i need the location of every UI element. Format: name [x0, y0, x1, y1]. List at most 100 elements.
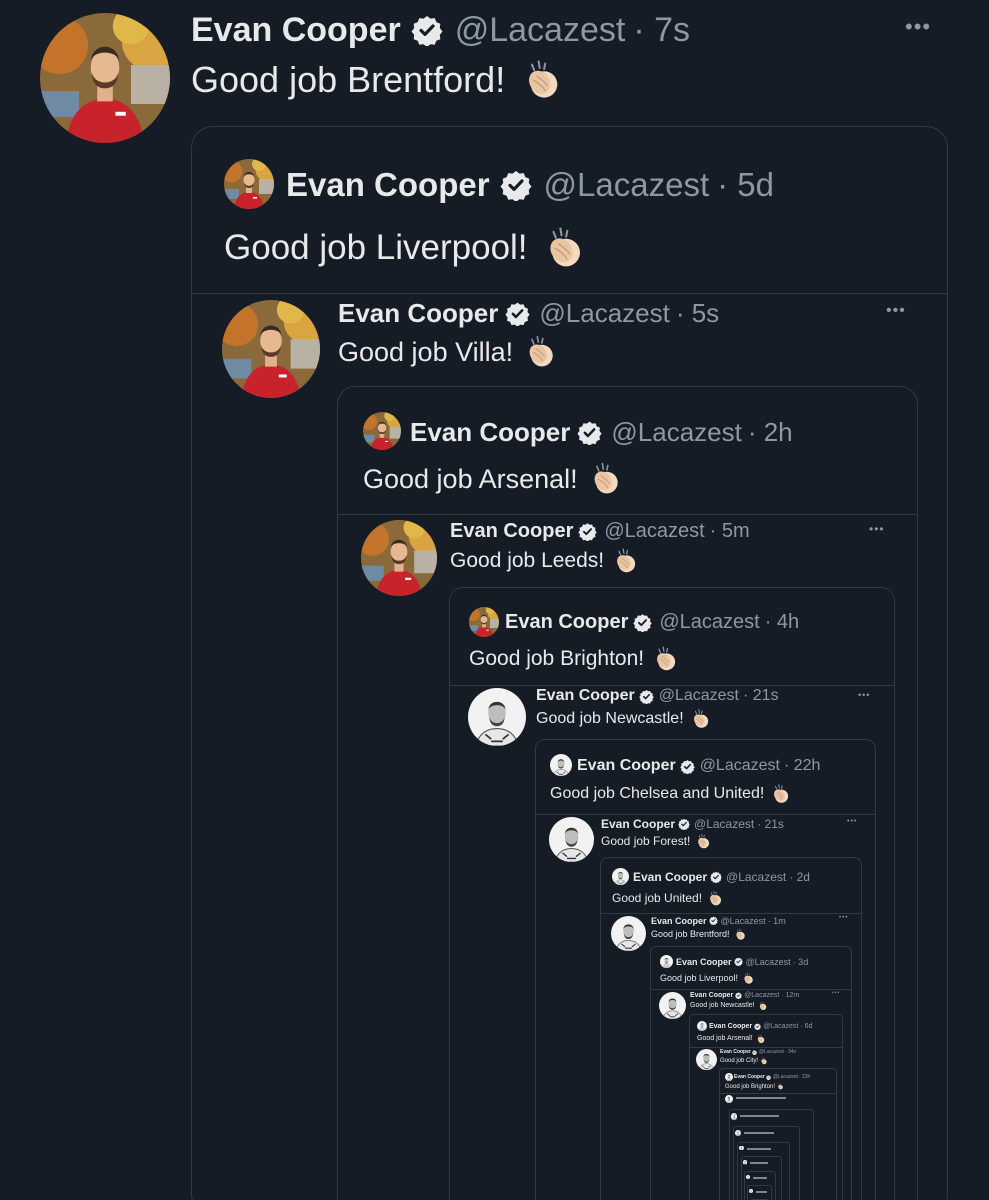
quoted-tweet-text: Good job United!	[612, 889, 724, 907]
verified-badge-icon	[733, 957, 743, 966]
verified-badge-icon	[754, 1022, 762, 1030]
handle: @Lacazest	[758, 1049, 784, 1055]
tweet-body: Good job Leeds!	[450, 549, 605, 572]
tweet-header: Evan Cooper @Lacazest · 34s	[720, 1048, 796, 1056]
tweet-text: Good job Newcastle!	[536, 707, 712, 731]
display-name: Evan Cooper	[690, 991, 734, 999]
display-name: Evan Cooper	[450, 519, 574, 542]
text-line-placeholder	[744, 1131, 775, 1134]
tweet-body: Good job Chelsea and United!	[550, 785, 765, 802]
avatar-photo	[222, 300, 320, 398]
verified-badge-icon	[735, 991, 743, 999]
avatar-bw	[611, 916, 646, 951]
avatar-bw-small	[725, 1073, 733, 1081]
handle: @Lacazest	[543, 166, 710, 203]
handle: @Lacazest	[659, 610, 760, 633]
avatar-bw-small	[550, 754, 572, 776]
tweet-text: Good job Newcastle!	[690, 1000, 768, 1011]
avatar-photo	[361, 520, 437, 596]
quoted-tweet-text: Good job Arsenal!	[363, 460, 624, 498]
text-line-placeholder	[750, 1162, 769, 1165]
avatar-bw-small	[697, 1021, 707, 1031]
avatar-bw	[730, 1113, 738, 1120]
tweet-text: Good job Villa!	[338, 333, 559, 371]
handle: @Lacazest	[694, 816, 755, 831]
verified-badge-icon	[708, 916, 718, 925]
timestamp: · 2d	[789, 869, 810, 884]
tweet-text: Good job City!	[720, 1056, 768, 1065]
tweet-header: Evan Cooper @Lacazest · 21s	[536, 685, 779, 707]
text-line-placeholder	[747, 1147, 771, 1150]
timestamp: · 21s	[742, 687, 779, 704]
quoted-tweet-header: Evan Cooper @Lacazest · 2h	[410, 414, 793, 450]
clap-emoji-icon	[770, 783, 792, 805]
display-name: Evan Cooper	[601, 816, 676, 831]
timestamp: · 6d	[800, 1022, 813, 1030]
clap-emoji-icon	[652, 645, 680, 673]
verified-badge-icon	[751, 1049, 757, 1055]
avatar-photo-small	[224, 159, 274, 209]
quoted-tweet-text: Good job Arsenal!	[697, 1033, 766, 1044]
quoted-tweet-header: Evan Cooper @Lacazest · 5d	[286, 163, 774, 207]
clap-emoji-icon	[742, 972, 755, 985]
more-options-icon: •••	[869, 522, 885, 536]
tweet-header: Evan Cooper @Lacazest · 7s	[191, 8, 690, 52]
tweet-text: Good job Forest!	[601, 832, 712, 850]
handle[interactable]: @Lacazest	[455, 11, 626, 50]
more-options-icon[interactable]: •••	[905, 14, 931, 40]
avatar-bw	[659, 992, 686, 1019]
display-name[interactable]: Evan Cooper	[191, 11, 401, 50]
handle: @Lacazest	[604, 519, 705, 542]
clap-emoji-icon	[542, 225, 588, 271]
text-line-placeholder	[755, 1190, 767, 1193]
timestamp: · 21s	[757, 816, 784, 831]
tweet-body: Good job Arsenal!	[363, 463, 578, 494]
clap-emoji-icon	[760, 1056, 768, 1065]
handle: @Lacazest	[772, 1074, 798, 1080]
tweet-body: Good job United!	[612, 891, 703, 905]
avatar-bw	[748, 1188, 753, 1193]
tweet-screenshot: Evan Cooper @Lacazest · 7s ••• Good job …	[0, 0, 989, 1200]
avatar-photo[interactable]	[40, 13, 170, 143]
display-name: Evan Cooper	[338, 297, 499, 328]
timestamp: · 5d	[717, 166, 775, 203]
clap-emoji-icon	[521, 58, 565, 102]
avatar-bw	[742, 1160, 748, 1165]
clap-emoji-icon	[690, 708, 712, 730]
timestamp: · 22h	[783, 757, 821, 774]
quoted-tweet-header: Evan Cooper @Lacazest · 4h	[505, 608, 799, 636]
timestamp: · 5s	[675, 297, 720, 328]
avatar-bw-small	[612, 868, 629, 885]
tweet-body: Good job Brighton!	[469, 647, 645, 670]
tweet-header: Evan Cooper @Lacazest · 5s	[338, 296, 719, 330]
clap-emoji-icon	[707, 890, 724, 907]
verified-badge-icon	[765, 1074, 771, 1080]
timestamp: · 1m	[767, 915, 786, 926]
avatar-bw	[725, 1095, 733, 1103]
quoted-tweet-header: Evan Cooper @Lacazest · 3d	[676, 955, 808, 968]
timestamp: · 2h	[747, 416, 793, 447]
timestamp[interactable]: · 7s	[633, 11, 690, 50]
avatar-photo-small	[469, 607, 499, 637]
handle: @Lacazest	[763, 1022, 799, 1030]
timestamp: · 12m	[781, 991, 800, 999]
quoted-tweet-text: Good job Liverpool!	[224, 224, 588, 272]
handle: @Lacazest	[539, 297, 670, 328]
clap-emoji-icon	[612, 547, 640, 575]
handle: @Lacazest	[726, 869, 787, 884]
display-name: Evan Cooper	[505, 610, 629, 633]
tweet-header: Evan Cooper @Lacazest · 12m	[690, 990, 799, 1000]
quoted-tweet-text: Good job Brighton!	[725, 1082, 784, 1091]
timestamp: · 3d	[792, 956, 809, 967]
divider	[192, 293, 947, 294]
timestamp: · 34s	[784, 1049, 797, 1055]
handle: @Lacazest	[745, 956, 791, 967]
clap-emoji-icon	[758, 1001, 768, 1011]
handle: @Lacazest	[699, 757, 780, 774]
avatar-photo-small	[363, 412, 401, 450]
timestamp: · 5m	[709, 519, 750, 542]
tweet-body: Good job Liverpool!	[224, 228, 528, 267]
display-name: Evan Cooper	[536, 687, 635, 704]
tweet-body: Good job Brighton!	[725, 1083, 776, 1090]
handle: @Lacazest	[744, 991, 780, 999]
